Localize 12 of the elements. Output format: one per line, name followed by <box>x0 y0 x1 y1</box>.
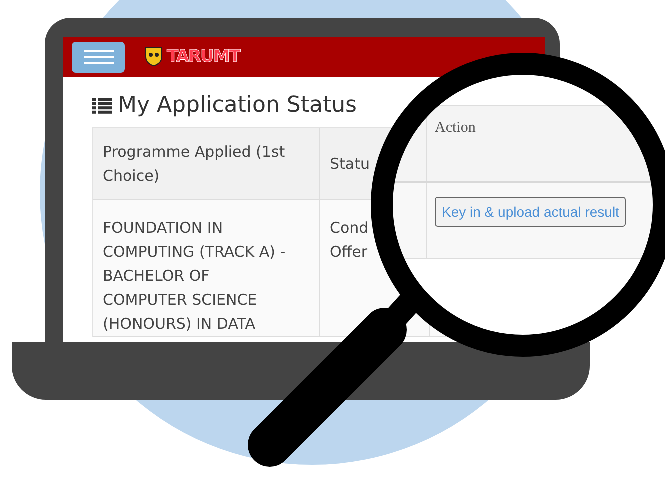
page-title: My Application Status <box>118 93 358 118</box>
table-cell-text: Cond <box>330 218 370 239</box>
table-cell-text: FOUNDATION IN COMPUTING (TRACK A) - BACHELOR OF COMPUTER SCIENCE (HONOURS) IN DATA <box>103 218 287 335</box>
logo-text: TARUMT <box>167 47 240 67</box>
upload-result-button[interactable]: Key in & upload actual result <box>435 197 626 227</box>
column-header: Action <box>435 120 476 137</box>
column-header: Statu <box>330 154 371 174</box>
table-cell-text: Offer <box>330 242 369 263</box>
crest-icon <box>145 47 163 67</box>
column-header: Programme Applied (1st Choice) <box>103 142 286 186</box>
menu-button[interactable] <box>72 42 125 72</box>
list-icon <box>92 98 112 114</box>
